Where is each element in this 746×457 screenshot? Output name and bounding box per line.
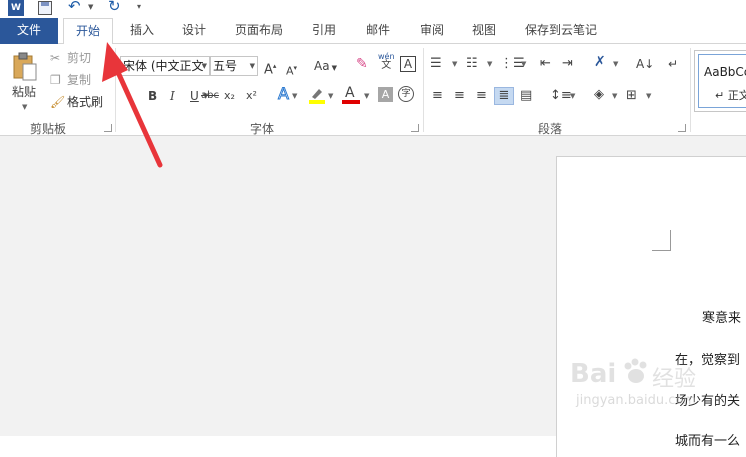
red-arrow-annotation xyxy=(102,42,163,168)
